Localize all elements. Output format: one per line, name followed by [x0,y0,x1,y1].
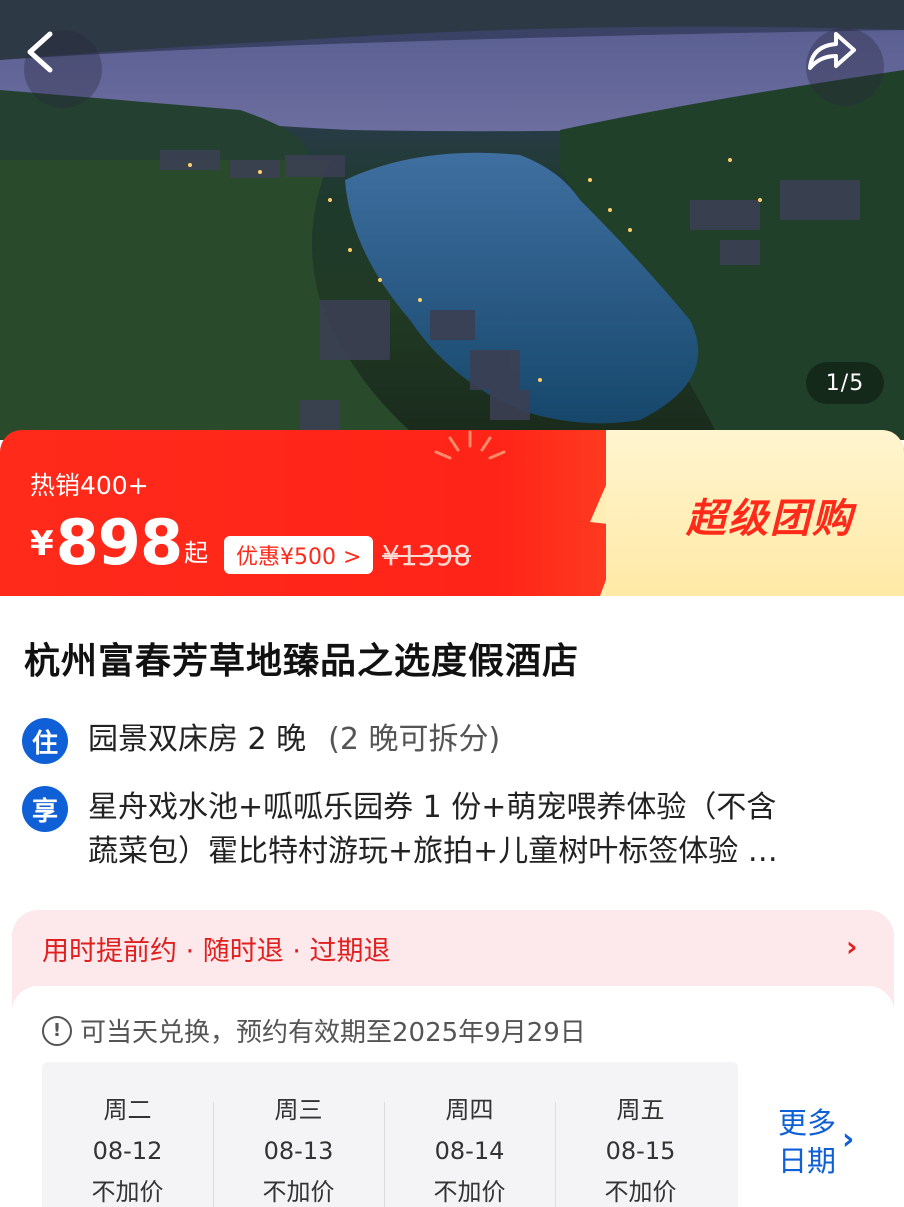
perks-text: 星舟戏水池+呱呱乐园券 1 份+萌宠喂养体验（不含 蔬菜包）霍比特村游玩+旅拍+… [88,786,880,874]
validity-text: 可当天兑换，预约有效期至2025年9月29日 [80,1018,586,1048]
hotel-name: 杭州富春芳草地臻品之选度假酒店 [24,641,580,682]
chevron-left-icon [27,31,53,73]
share-arrow-icon [808,32,856,70]
price-currency: ¥ [30,524,54,564]
perks-line: 蔬菜包）霍比特村游玩+旅拍+儿童树叶标签体验 … [88,834,778,869]
date-price: 不加价 [433,1178,506,1206]
more-dates-line: 日期 [778,1144,837,1178]
date-price: 不加价 [604,1178,677,1206]
info-icon: ! [42,1015,72,1046]
perks-line: 星舟戏水池+呱呱乐园券 1 份+萌宠喂养体验（不含 [88,790,777,825]
original-price: ¥1398 [382,538,472,572]
perks-badge: 享 [22,786,68,832]
chevron-right-icon[interactable]: › [842,1122,854,1157]
stay-badge: 住 [22,718,68,764]
date-weekday: 周三 [274,1096,323,1124]
back-button[interactable] [24,30,102,108]
date-option[interactable]: 周三 08-13 不加价 [213,1062,384,1207]
room-info: 住 园景双床房 2 晚 (2 晚可拆分) [22,718,500,764]
more-dates-button[interactable]: 更多 日期 [778,1104,836,1180]
room-type: 园景双床房 2 晚 [88,722,307,757]
date-price: 不加价 [262,1178,335,1206]
date-weekday: 周二 [103,1096,152,1124]
hero-photo [0,0,904,440]
date-option[interactable]: 周四 08-14 不加价 [384,1062,555,1207]
price: ¥ 898 起 [30,508,208,578]
date-value: 08-12 [92,1137,163,1165]
share-button[interactable] [806,28,884,106]
price-suffix: 起 [184,539,209,567]
date-weekday: 周四 [445,1096,494,1124]
more-dates-line: 更多 [778,1106,837,1140]
sales-count: 热销400+ [30,471,149,500]
firework-icon [434,430,506,460]
hero-gallery[interactable]: 1/5 [0,0,904,440]
date-option[interactable]: 周二 08-12 不加价 [42,1062,213,1207]
validity-note: ! 可当天兑换，预约有效期至2025年9月29日 [42,1012,586,1049]
price-amount: 898 [55,506,183,579]
date-value: 08-13 [263,1137,334,1165]
group-buy-label: 超级团购 [686,496,854,542]
room-text: 园景双床房 2 晚 (2 晚可拆分) [88,718,500,764]
refund-policy-link[interactable]: 用时提前约 · 随时退 · 过期退 [42,929,391,968]
date-price: 不加价 [91,1178,164,1206]
date-value: 08-14 [434,1137,505,1165]
perks-info[interactable]: 享 星舟戏水池+呱呱乐园券 1 份+萌宠喂养体验（不含 蔬菜包）霍比特村游玩+旅… [22,786,880,874]
date-weekday: 周五 [616,1096,665,1124]
date-picker: 周二 08-12 不加价 周三 08-13 不加价 周四 08-14 不加价 周… [42,1062,738,1207]
room-note: (2 晚可拆分) [328,722,501,757]
date-option[interactable]: 周五 08-15 不加价 [555,1062,726,1207]
chevron-right-icon[interactable]: › [846,930,858,963]
discount-tag[interactable]: 优惠¥500 > [224,536,374,574]
date-value: 08-15 [605,1137,676,1165]
gallery-counter: 1/5 [806,362,884,404]
price-banner: 热销400+ ¥ 898 起 优惠¥500 > ¥1398 超级团购 [0,430,904,596]
